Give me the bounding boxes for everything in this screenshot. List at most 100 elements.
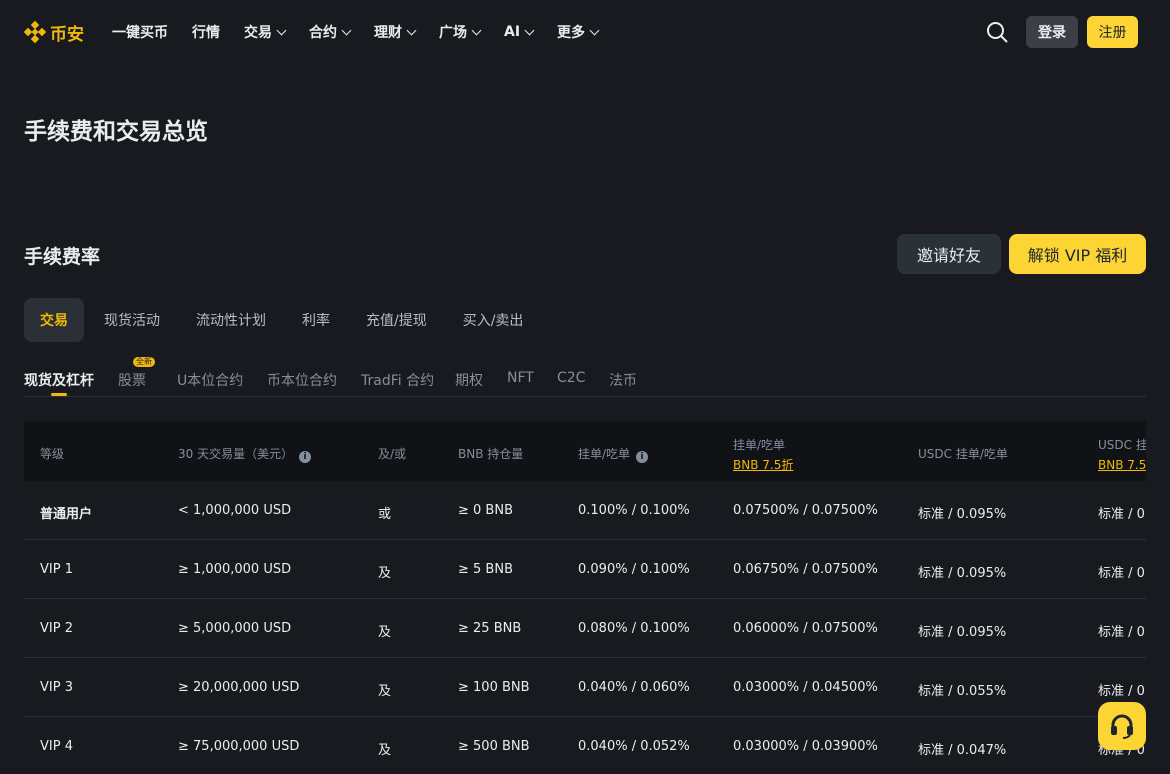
nav-label: AI: [504, 24, 521, 40]
tab-label: 现货及杠杆: [24, 373, 94, 389]
info-icon[interactable]: i: [636, 451, 649, 463]
cell-bnb: ≥ 25 BNB: [458, 621, 522, 636]
tab-interest-rate[interactable]: 利率: [286, 298, 346, 342]
tab-spot-activities[interactable]: 现货活动: [88, 298, 176, 342]
tab-spot-margin[interactable]: 现货及杠杆: [24, 370, 94, 396]
cell-usdc: 标准 / 0.095%: [918, 566, 1007, 581]
nav-item-trade[interactable]: 交易: [244, 22, 287, 42]
fee-table: 等级 30 天交易量（美元） i 及/或 BNB 持仓量 挂单/吃单 i 挂单/吃单…: [24, 421, 1146, 774]
cell-bnb-discount: 0.06000% / 0.07500%: [733, 621, 878, 636]
cell-level: VIP 4: [40, 739, 73, 754]
nav-label: 广场: [439, 25, 467, 41]
cell-usdc: 标准 / 0.047%: [918, 743, 1007, 758]
cell-volume: ≥ 5,000,000 USD: [178, 621, 292, 636]
login-button[interactable]: 登录: [1026, 16, 1078, 48]
tab-usdm-futures[interactable]: U本位合约: [177, 370, 243, 390]
tab-trading[interactable]: 交易: [24, 298, 84, 342]
cell-bnb-discount: 0.07500% / 0.07500%: [733, 503, 878, 518]
nav-item-square[interactable]: 广场: [439, 22, 482, 42]
col-label: USDC 挂: [1098, 438, 1146, 452]
page: 币安 一键买币 行情 交易 合约 理财 广场 AI 更多 登录 注册 手续费和交…: [0, 0, 1170, 774]
cell-usdc-bnb: 标准 / 0: [1098, 625, 1145, 640]
search-icon: [987, 22, 1008, 43]
col-bnb-balance: BNB 持仓量: [458, 447, 524, 461]
col-label: 30 天交易量（美元）: [178, 447, 294, 461]
support-chat-button[interactable]: [1098, 702, 1146, 750]
col-label: 挂单/吃单: [578, 447, 631, 461]
cell-maker-taker: 0.040% / 0.052%: [578, 739, 690, 754]
cell-level: VIP 2: [40, 621, 73, 636]
bnb-discount-link[interactable]: BNB 7.5折: [1098, 456, 1146, 473]
cell-volume: < 1,000,000 USD: [178, 503, 292, 518]
tab-tradfi-futures[interactable]: TradFi 合约: [361, 370, 434, 390]
nav-item-buy-crypto[interactable]: 一键买币: [112, 22, 168, 42]
cell-usdc-bnb: 标准 / 0: [1098, 507, 1145, 522]
register-button[interactable]: 注册: [1087, 16, 1138, 48]
cell-volume: ≥ 75,000,000 USD: [178, 739, 300, 754]
info-icon[interactable]: i: [299, 451, 312, 463]
cell-bnb: ≥ 5 BNB: [458, 562, 513, 577]
cell-maker-taker: 0.080% / 0.100%: [578, 621, 690, 636]
cell-volume: ≥ 20,000,000 USD: [178, 680, 300, 695]
invite-friends-button[interactable]: 邀请好友: [897, 234, 1001, 274]
search-button[interactable]: [986, 21, 1008, 43]
nav-item-ai[interactable]: AI: [504, 24, 535, 40]
cell-and-or: 及: [378, 743, 392, 758]
cell-and-or: 及: [378, 625, 392, 640]
nav-label: 合约: [309, 25, 337, 41]
table-row: VIP 3 ≥ 20,000,000 USD 及 ≥ 100 BNB 0.040…: [24, 658, 1146, 717]
tab-deposit-withdraw[interactable]: 充值/提现: [350, 298, 443, 342]
cell-usdc: 标准 / 0.095%: [918, 507, 1007, 522]
col-volume: 30 天交易量（美元） i: [178, 445, 312, 463]
product-tabs: 现货及杠杆 全新 股票 U本位合约 币本位合约 TradFi 合约 期权 NFT…: [24, 357, 1146, 397]
tab-coinm-futures[interactable]: 币本位合约: [267, 370, 337, 390]
cell-maker-taker: 0.040% / 0.060%: [578, 680, 690, 695]
cell-and-or: 及: [378, 566, 392, 581]
brand-name: 币安: [50, 24, 84, 45]
nav-menu: 一键买币 行情 交易 合约 理财 广场 AI 更多: [112, 0, 622, 64]
table-row: 普通用户 < 1,000,000 USD 或 ≥ 0 BNB 0.100% / …: [24, 481, 1146, 540]
tab-buy-sell[interactable]: 买入/卖出: [447, 298, 540, 342]
col-usdc-maker-taker: USDC 挂单/吃单: [918, 447, 1008, 461]
top-nav: 币安 一键买币 行情 交易 合约 理财 广场 AI 更多 登录 注册: [0, 0, 1170, 64]
cell-and-or: 或: [378, 507, 392, 522]
nav-item-earn[interactable]: 理财: [374, 22, 417, 42]
chevron-down-icon: [471, 25, 482, 35]
logo[interactable]: 币安: [24, 19, 84, 45]
col-level: 等级: [40, 447, 65, 461]
tab-fiat[interactable]: 法币: [609, 370, 637, 390]
nav-label: 理财: [374, 25, 402, 41]
table-header: 等级 30 天交易量（美元） i 及/或 BNB 持仓量 挂单/吃单 i 挂单/吃单…: [24, 421, 1146, 481]
tab-options[interactable]: 期权: [455, 370, 483, 390]
chevron-down-icon: [276, 25, 287, 35]
cell-bnb: ≥ 100 BNB: [458, 680, 530, 695]
tab-liquidity-program[interactable]: 流动性计划: [180, 298, 282, 342]
chevron-down-icon: [524, 25, 535, 35]
cell-maker-taker: 0.100% / 0.100%: [578, 503, 690, 518]
nav-item-markets[interactable]: 行情: [192, 22, 220, 42]
cell-volume: ≥ 1,000,000 USD: [178, 562, 292, 577]
col-usdc-maker-taker-bnb: USDC 挂 BNB 7.5折: [1098, 436, 1146, 473]
nav-label: 交易: [244, 25, 272, 41]
cell-usdc: 标准 / 0.055%: [918, 684, 1007, 699]
col-and-or: 及/或: [378, 447, 407, 461]
nav-item-futures[interactable]: 合约: [309, 22, 352, 42]
tab-stocks[interactable]: 全新 股票: [118, 357, 155, 390]
chevron-down-icon: [406, 25, 417, 35]
new-badge: 全新: [133, 357, 155, 367]
cell-usdc-bnb: 标准 / 0: [1098, 684, 1145, 699]
chevron-down-icon: [341, 25, 352, 35]
table-row: VIP 4 ≥ 75,000,000 USD 及 ≥ 500 BNB 0.040…: [24, 717, 1146, 774]
chevron-down-icon: [589, 25, 600, 35]
table-row: VIP 2 ≥ 5,000,000 USD 及 ≥ 25 BNB 0.080% …: [24, 599, 1146, 658]
cell-level: 普通用户: [40, 507, 93, 522]
tab-label: 股票: [118, 373, 146, 389]
tab-c2c[interactable]: C2C: [557, 370, 585, 386]
unlock-vip-button[interactable]: 解锁 VIP 福利: [1009, 234, 1146, 274]
tab-nft[interactable]: NFT: [507, 370, 534, 386]
table-row: VIP 1 ≥ 1,000,000 USD 及 ≥ 5 BNB 0.090% /…: [24, 540, 1146, 599]
page-title: 手续费和交易总览: [24, 119, 208, 145]
col-label: 挂单/吃单: [733, 438, 786, 452]
bnb-discount-link[interactable]: BNB 7.5折: [733, 456, 793, 473]
nav-item-more[interactable]: 更多: [557, 22, 600, 42]
